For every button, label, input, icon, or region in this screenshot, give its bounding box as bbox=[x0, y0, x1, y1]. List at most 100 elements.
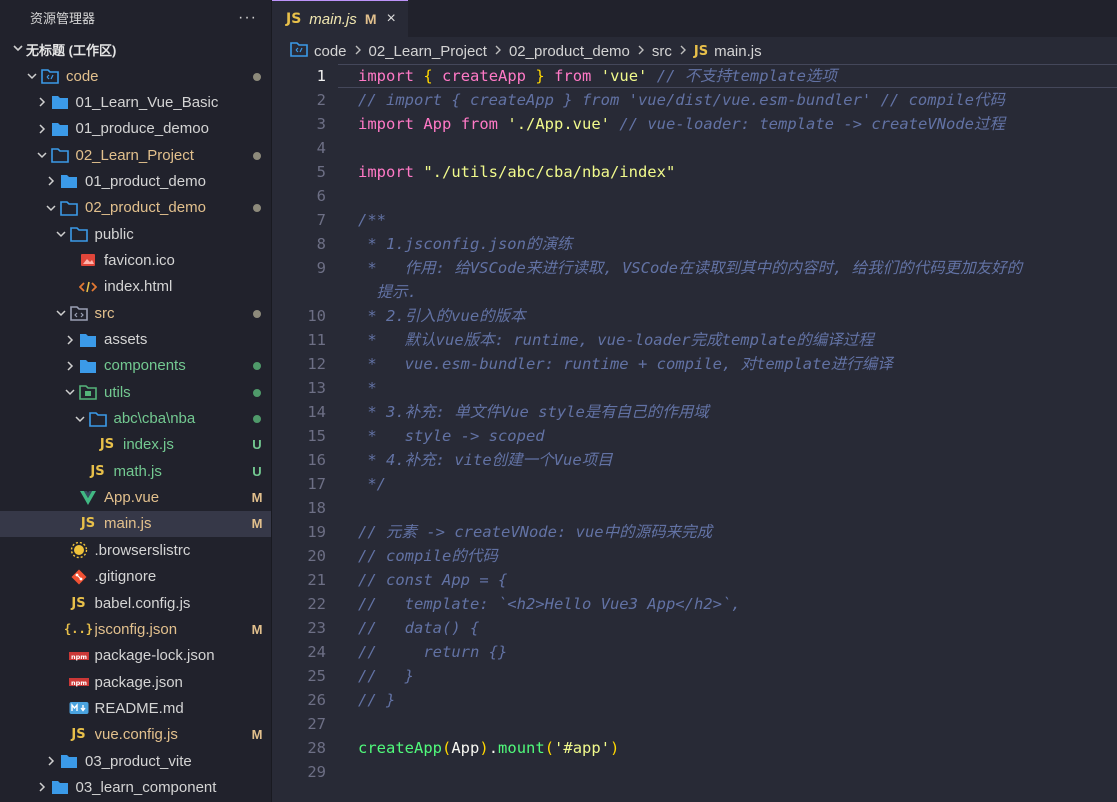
tree-folder[interactable]: 01_Learn_Vue_Basic bbox=[0, 89, 271, 115]
tree-folder[interactable]: 01_product_demo bbox=[0, 168, 271, 194]
code-line[interactable]: 24 // return {} bbox=[272, 640, 1117, 664]
tree-file[interactable]: npm package.json bbox=[0, 669, 271, 695]
code-line[interactable]: 7 /** bbox=[272, 208, 1117, 232]
folder-icon bbox=[78, 331, 98, 349]
code-line[interactable]: 14 * 3.补充: 单文件Vue style是有自己的作用域 bbox=[272, 400, 1117, 424]
code-line[interactable]: 11 * 默认vue版本: runtime, vue-loader完成templ… bbox=[272, 328, 1117, 352]
code-token: * 4.补充: vite创建一个Vue项目 bbox=[358, 451, 613, 469]
tree-file[interactable]: JS vue.config.js M bbox=[0, 722, 271, 748]
line-text: * 4.补充: vite创建一个Vue项目 bbox=[358, 448, 613, 472]
code-line[interactable]: 17 */ bbox=[272, 472, 1117, 496]
code-line[interactable]: 6 bbox=[272, 184, 1117, 208]
tree-file[interactable]: JS index.js U bbox=[0, 432, 271, 458]
code-line[interactable]: 3 import App from './App.vue' // vue-load… bbox=[272, 112, 1117, 136]
code-token: /** bbox=[358, 211, 386, 229]
line-text: // return {} bbox=[358, 640, 507, 664]
code-line[interactable]: 提示. bbox=[272, 280, 1117, 304]
code-line[interactable]: 19 // 元素 -> createVNode: vue中的源码来完成 bbox=[272, 520, 1117, 544]
tree-file[interactable]: JS main.js M bbox=[0, 510, 271, 537]
code-line[interactable]: 5 import "./utils/abc/cba/nba/index" bbox=[272, 160, 1117, 184]
code-token: . bbox=[488, 739, 499, 757]
line-text: // const App = { bbox=[358, 568, 507, 592]
tree-folder[interactable]: code bbox=[0, 63, 271, 89]
tree-folder[interactable]: components bbox=[0, 353, 271, 379]
line-number: 28 bbox=[307, 739, 326, 757]
breadcrumb-item[interactable]: main.js bbox=[714, 43, 762, 60]
code-line[interactable]: 28 createApp(App).mount('#app') bbox=[272, 736, 1117, 760]
line-number: 18 bbox=[307, 499, 326, 517]
tree-folder[interactable]: src bbox=[0, 300, 271, 326]
code-line[interactable]: 8 * 1.jsconfig.json的演练 bbox=[272, 232, 1117, 256]
code-line[interactable]: 9 * 作用: 给VSCode来进行读取, VSCode在读取到其中的内容时, … bbox=[272, 256, 1117, 280]
line-number: 19 bbox=[307, 523, 326, 541]
tree-file[interactable]: npm package-lock.json bbox=[0, 643, 271, 669]
code-line[interactable]: 15 * style -> scoped bbox=[272, 424, 1117, 448]
code-line[interactable]: 2 // import { createApp } from 'vue/dist/… bbox=[272, 88, 1117, 112]
close-icon[interactable]: × bbox=[386, 10, 395, 28]
tree-file[interactable]: {..} jsconfig.json M bbox=[0, 616, 271, 642]
code-line[interactable]: 20 // compile的代码 bbox=[272, 544, 1117, 568]
js-file-icon: JS bbox=[693, 43, 709, 59]
tree-item-label: 03_learn_component bbox=[75, 778, 217, 796]
tree-file[interactable]: .gitignore bbox=[0, 564, 271, 590]
js-file-icon: JS bbox=[71, 727, 86, 743]
more-actions-button[interactable]: ··· bbox=[238, 9, 257, 27]
tab-main-js[interactable]: JS main.js M × bbox=[272, 0, 408, 37]
git-file-icon bbox=[69, 568, 89, 586]
tree-folder[interactable]: 02_product_demo bbox=[0, 195, 271, 221]
code-line[interactable]: 18 bbox=[272, 496, 1117, 520]
chevron-down-icon bbox=[53, 307, 69, 319]
tree-folder[interactable]: 03_learn_component bbox=[0, 774, 271, 800]
modified-dot bbox=[242, 148, 271, 163]
breadcrumb-item[interactable]: 02_product_demo bbox=[509, 43, 630, 60]
chevron-down-icon bbox=[72, 413, 88, 425]
tree-folder[interactable]: abc\cba\nba bbox=[0, 406, 271, 432]
explorer-sidebar: 资源管理器 ··· 无标题 (工作区) code 01_Learn_Vue_Bas… bbox=[0, 0, 272, 802]
code-token: mount bbox=[498, 739, 545, 757]
breadcrumb-item[interactable]: code bbox=[314, 43, 347, 60]
breadcrumb-item[interactable]: 02_Learn_Project bbox=[369, 43, 487, 60]
tree-file[interactable]: .browserslistrc bbox=[0, 537, 271, 563]
code-line[interactable]: 21 // const App = { bbox=[272, 568, 1117, 592]
code-line[interactable]: 16 * 4.补充: vite创建一个Vue项目 bbox=[272, 448, 1117, 472]
chevron-down-icon bbox=[24, 70, 40, 82]
line-text: */ bbox=[358, 472, 386, 496]
code-token: * 1.jsconfig.json的演练 bbox=[358, 235, 573, 253]
code-token: // 不支持template选项 bbox=[656, 67, 837, 85]
code-line[interactable]: 29 bbox=[272, 760, 1117, 784]
tree-folder[interactable]: 02_Learn_Project bbox=[0, 142, 271, 168]
git-status-badge: U bbox=[252, 463, 262, 479]
tree-folder[interactable]: assets bbox=[0, 327, 271, 353]
workspace-section[interactable]: 无标题 (工作区) bbox=[0, 35, 271, 63]
code-line[interactable]: 10 * 2.引入的vue的版本 bbox=[272, 304, 1117, 328]
folder-icon bbox=[59, 172, 79, 190]
code-line[interactable]: 22 // template: `<h2>Hello Vue3 App</h2>`… bbox=[272, 592, 1117, 616]
tree-file[interactable]: App.vue M bbox=[0, 485, 271, 511]
code-line[interactable]: 23 // data() { bbox=[272, 616, 1117, 640]
code-line[interactable]: 26 // } bbox=[272, 688, 1117, 712]
folder-open-icon bbox=[59, 199, 79, 217]
line-number: 1 bbox=[316, 67, 326, 85]
tree-folder[interactable]: utils bbox=[0, 379, 271, 405]
tree-file[interactable]: JS babel.config.js bbox=[0, 590, 271, 616]
tree-file[interactable]: favicon.ico bbox=[0, 247, 271, 273]
line-text: // template: `<h2>Hello Vue3 App</h2>`, bbox=[358, 592, 741, 616]
tree-file[interactable]: JS math.js U bbox=[0, 458, 271, 484]
breadcrumb-item[interactable]: src bbox=[652, 43, 672, 60]
tree-file[interactable]: README.md bbox=[0, 695, 271, 721]
line-number: 26 bbox=[307, 691, 326, 709]
code-line[interactable]: 4 bbox=[272, 136, 1117, 160]
js-file-icon: JS bbox=[286, 11, 302, 27]
tree-file[interactable]: index.html bbox=[0, 274, 271, 300]
code-line[interactable]: 27 bbox=[272, 712, 1117, 736]
line-number: 2 bbox=[316, 91, 326, 109]
code-line[interactable]: 1 import { createApp } from 'vue' // 不支持t… bbox=[272, 64, 1117, 88]
tree-folder[interactable]: 01_produce_demoo bbox=[0, 116, 271, 142]
code-line[interactable]: 12 * vue.esm-bundler: runtime + compile,… bbox=[272, 352, 1117, 376]
editor-area: JS main.js M × code 02_Learn_Project 02_pr… bbox=[272, 0, 1117, 802]
tree-folder[interactable]: 03_product_vite bbox=[0, 748, 271, 774]
code-line[interactable]: 25 // } bbox=[272, 664, 1117, 688]
tree-folder[interactable]: public bbox=[0, 221, 271, 247]
code-line[interactable]: 13 * bbox=[272, 376, 1117, 400]
